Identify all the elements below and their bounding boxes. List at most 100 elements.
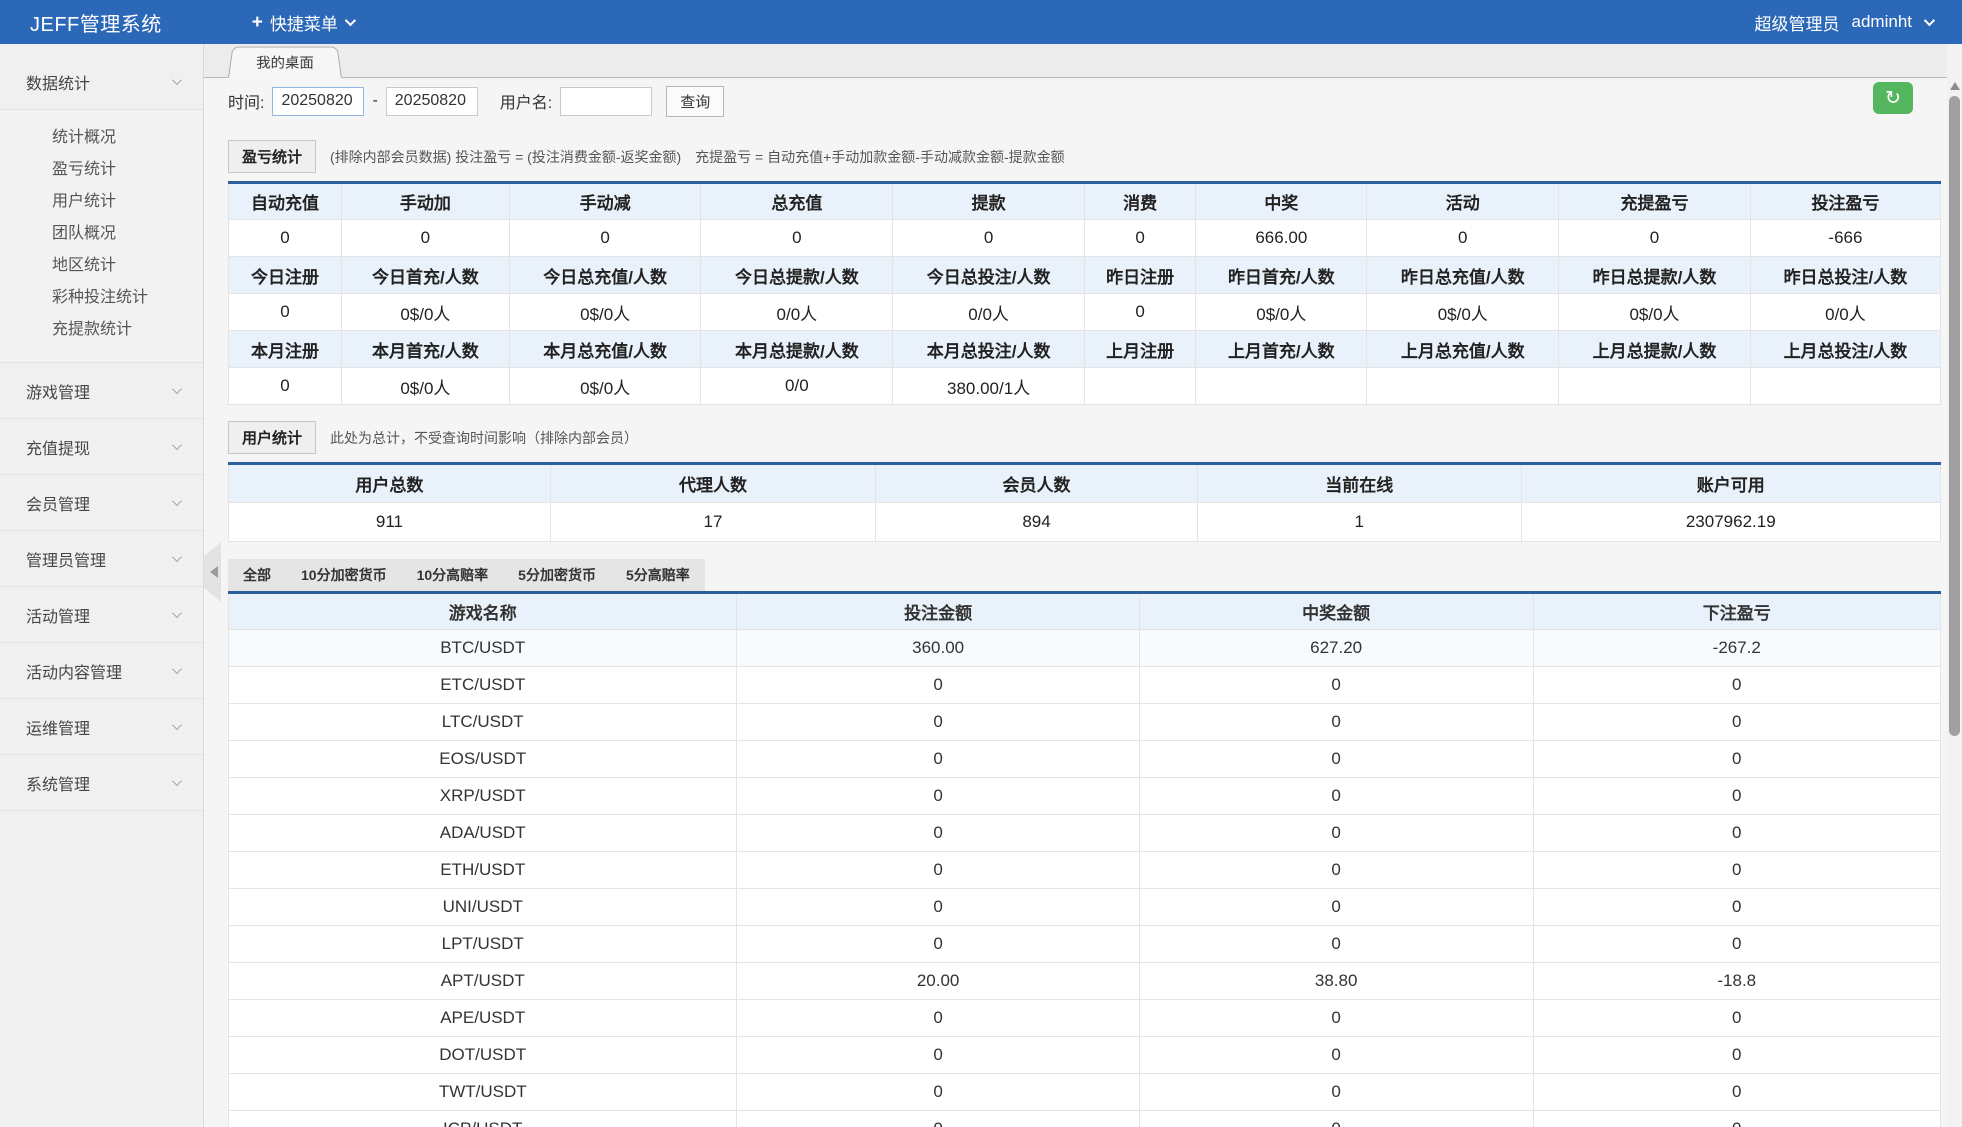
table-value-cell: 0 [737, 1000, 1139, 1037]
profit-table: 自动充值手动加手动减总充值提款消费中奖活动充提盈亏投注盈亏000000666.0… [228, 181, 1941, 405]
users-tbody: 用户总数代理人数会员人数当前在线账户可用9111789412307962.19 [229, 464, 1941, 542]
vertical-scrollbar[interactable] [1947, 44, 1962, 1127]
game-tab-1[interactable]: 10分加密货币 [286, 559, 402, 591]
tab-my-desktop[interactable]: 我的桌面 [228, 47, 342, 78]
sidebar-item[interactable]: 地区统计 [0, 250, 203, 282]
table-row: 游戏名称投注金额中奖金额下注盈亏 [229, 593, 1941, 630]
table-value-cell: 0 [737, 778, 1139, 815]
table-value-cell [1750, 368, 1940, 405]
table-row: 本月注册本月首充/人数本月总充值/人数本月总提款/人数本月总投注/人数上月注册上… [229, 331, 1941, 368]
table-row: 今日注册今日首充/人数今日总充值/人数今日总提款/人数今日总投注/人数昨日注册昨… [229, 257, 1941, 294]
table-value-cell: 0 [737, 704, 1139, 741]
table-value-cell: 0 [737, 926, 1139, 963]
refresh-button[interactable]: ↻ [1873, 82, 1913, 114]
sidebar-group-label: 充值提现 [26, 435, 90, 459]
table-header-cell: 上月总投注/人数 [1750, 331, 1940, 368]
table-header-cell: 中奖金额 [1139, 593, 1533, 630]
sidebar-item[interactable]: 用户统计 [0, 186, 203, 218]
table-value-cell: 0 [737, 741, 1139, 778]
table-row: 000000666.0000-666 [229, 220, 1941, 257]
table-value-cell: XRP/USDT [229, 778, 737, 815]
table-row: LPT/USDT000 [229, 926, 1941, 963]
table-value-cell: 380.00/1人 [893, 368, 1085, 405]
table-value-cell: 0 [737, 852, 1139, 889]
date-to-input[interactable] [386, 87, 478, 116]
user-menu[interactable]: 超级管理员 adminht [1755, 10, 1962, 35]
table-value-cell: 0 [737, 667, 1139, 704]
table-header-cell: 今日注册 [229, 257, 342, 294]
scroll-up-icon[interactable] [1950, 82, 1960, 90]
table-value-cell: 0 [229, 368, 342, 405]
users-section-head: 用户统计 此处为总计，不受查询时间影响（排除内部会员） [228, 421, 1941, 454]
sidebar-group-label: 管理员管理 [26, 547, 106, 571]
sidebar-item[interactable]: 充提款统计 [0, 314, 203, 346]
table-header-cell: 手动减 [509, 183, 701, 220]
table-value-cell: 627.20 [1139, 630, 1533, 667]
table-value-cell: 0$/0人 [341, 368, 509, 405]
sidebar-group-2[interactable]: 充值提现 [0, 419, 203, 475]
table-row: ICP/USDT000 [229, 1111, 1941, 1127]
table-header-cell: 本月总充值/人数 [509, 331, 701, 368]
app-title: JEFF管理系统 [0, 8, 162, 37]
table-value-cell: 0 [1533, 667, 1940, 704]
table-value-cell: 666.00 [1196, 220, 1367, 257]
date-from-input[interactable] [272, 87, 364, 116]
table-header-cell: 昨日注册 [1084, 257, 1195, 294]
table-value-cell: 0 [737, 1074, 1139, 1111]
date-separator: - [372, 92, 377, 110]
query-button[interactable]: 查询 [666, 86, 724, 117]
table-row: EOS/USDT000 [229, 741, 1941, 778]
table-value-cell: 0$/0人 [1196, 294, 1367, 331]
table-value-cell: 0 [1533, 889, 1940, 926]
table-value-cell: 0 [1559, 220, 1751, 257]
table-value-cell: 360.00 [737, 630, 1139, 667]
table-value-cell: 0 [1139, 889, 1533, 926]
time-label: 时间: [228, 89, 264, 113]
table-value-cell: 0 [1533, 1111, 1940, 1127]
table-header-cell: 本月总提款/人数 [701, 331, 893, 368]
sidebar-group-8[interactable]: 系统管理 [0, 755, 203, 811]
table-header-cell: 下注盈亏 [1533, 593, 1940, 630]
game-tab-3[interactable]: 5分加密货币 [503, 559, 611, 591]
table-value-cell: -666 [1750, 220, 1940, 257]
table-value-cell: 0$/0人 [1559, 294, 1751, 331]
quick-menu-button[interactable]: + 快捷菜单 [252, 10, 353, 35]
table-value-cell [1084, 368, 1195, 405]
sidebar-item[interactable]: 彩种投注统计 [0, 282, 203, 314]
sidebar-group-0[interactable]: 数据统计 [0, 54, 203, 110]
table-value-cell: 0/0人 [1750, 294, 1940, 331]
username-input[interactable] [560, 87, 652, 116]
tab-label: 我的桌面 [256, 52, 314, 71]
sidebar-group-1[interactable]: 游戏管理 [0, 363, 203, 419]
sidebar-group-6[interactable]: 活动内容管理 [0, 643, 203, 699]
table-value-cell: 0 [1139, 815, 1533, 852]
scrollbar-thumb[interactable] [1949, 96, 1960, 736]
plus-icon: + [252, 13, 263, 32]
sidebar-item[interactable]: 团队概况 [0, 218, 203, 250]
table-value-cell: TWT/USDT [229, 1074, 737, 1111]
table-value-cell: 0$/0人 [1367, 294, 1559, 331]
games-tbody: 游戏名称投注金额中奖金额下注盈亏BTC/USDT360.00627.20-267… [229, 593, 1941, 1127]
users-section-title: 用户统计 [228, 421, 316, 454]
table-header-cell: 手动加 [341, 183, 509, 220]
sidebar-group-5[interactable]: 活动管理 [0, 587, 203, 643]
table-value-cell: 0 [1533, 815, 1940, 852]
sidebar-item[interactable]: 统计概况 [0, 122, 203, 154]
table-value-cell: 0 [1139, 1111, 1533, 1127]
table-value-cell: 2307962.19 [1521, 503, 1940, 542]
game-tab-4[interactable]: 5分高赔率 [611, 559, 705, 591]
sidebar-group-4[interactable]: 管理员管理 [0, 531, 203, 587]
table-value-cell: APE/USDT [229, 1000, 737, 1037]
filter-bar: 时间: - 用户名: 查询 ↻ [204, 78, 1947, 124]
sidebar-group-7[interactable]: 运维管理 [0, 699, 203, 755]
table-header-cell: 昨日总充值/人数 [1367, 257, 1559, 294]
table-header-cell: 用户总数 [229, 464, 551, 503]
sidebar-item[interactable]: 盈亏统计 [0, 154, 203, 186]
game-tab-0[interactable]: 全部 [228, 559, 286, 591]
sidebar-group-3[interactable]: 会员管理 [0, 475, 203, 531]
chevron-down-icon [172, 776, 182, 786]
table-value-cell: -18.8 [1533, 963, 1940, 1000]
sidebar-group-label: 活动内容管理 [26, 659, 122, 683]
table-value-cell: 1 [1197, 503, 1521, 542]
game-tab-2[interactable]: 10分高赔率 [402, 559, 504, 591]
